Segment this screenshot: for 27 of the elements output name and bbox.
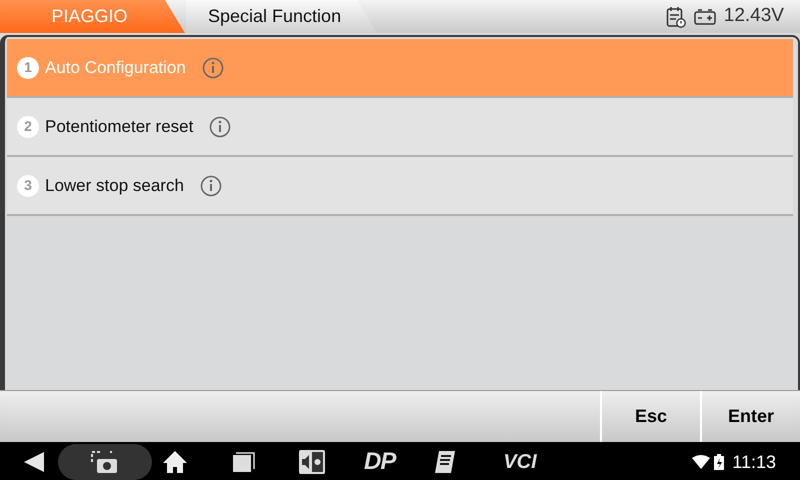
home-icon[interactable] <box>162 450 188 474</box>
function-row[interactable]: 3 Lower stop search <box>7 157 793 216</box>
recent-apps-icon[interactable] <box>232 451 256 473</box>
wifi-icon <box>692 455 710 469</box>
function-row[interactable]: 2 Potentiometer reset <box>7 98 793 157</box>
back-icon[interactable] <box>22 450 46 474</box>
info-icon[interactable] <box>202 56 224 78</box>
voltage-reading: 12.43V <box>724 4 784 28</box>
number-badge: 1 <box>17 56 39 78</box>
screenshot-button[interactable] <box>58 444 152 480</box>
clock-time: 11:13 <box>732 450 776 474</box>
function-label: Potentiometer reset <box>45 116 194 138</box>
function-label: Lower stop search <box>45 174 184 197</box>
info-icon[interactable] <box>209 116 232 138</box>
brightness-volume-icon[interactable] <box>298 449 326 475</box>
battery-icon <box>694 8 716 24</box>
function-label: Auto Configuration <box>45 56 186 79</box>
camera-icon <box>90 450 120 474</box>
number-badge: 2 <box>17 116 39 138</box>
manual-icon[interactable] <box>433 449 458 475</box>
dp-logo[interactable]: DP <box>364 444 396 480</box>
info-icon[interactable] <box>200 174 222 196</box>
number-badge: 3 <box>17 174 39 196</box>
calendar-icon <box>666 6 686 28</box>
breadcrumb-tab[interactable]: Special Function <box>186 0 378 33</box>
vci-logo[interactable]: VCI <box>503 447 537 477</box>
battery-charging-icon <box>714 454 724 470</box>
